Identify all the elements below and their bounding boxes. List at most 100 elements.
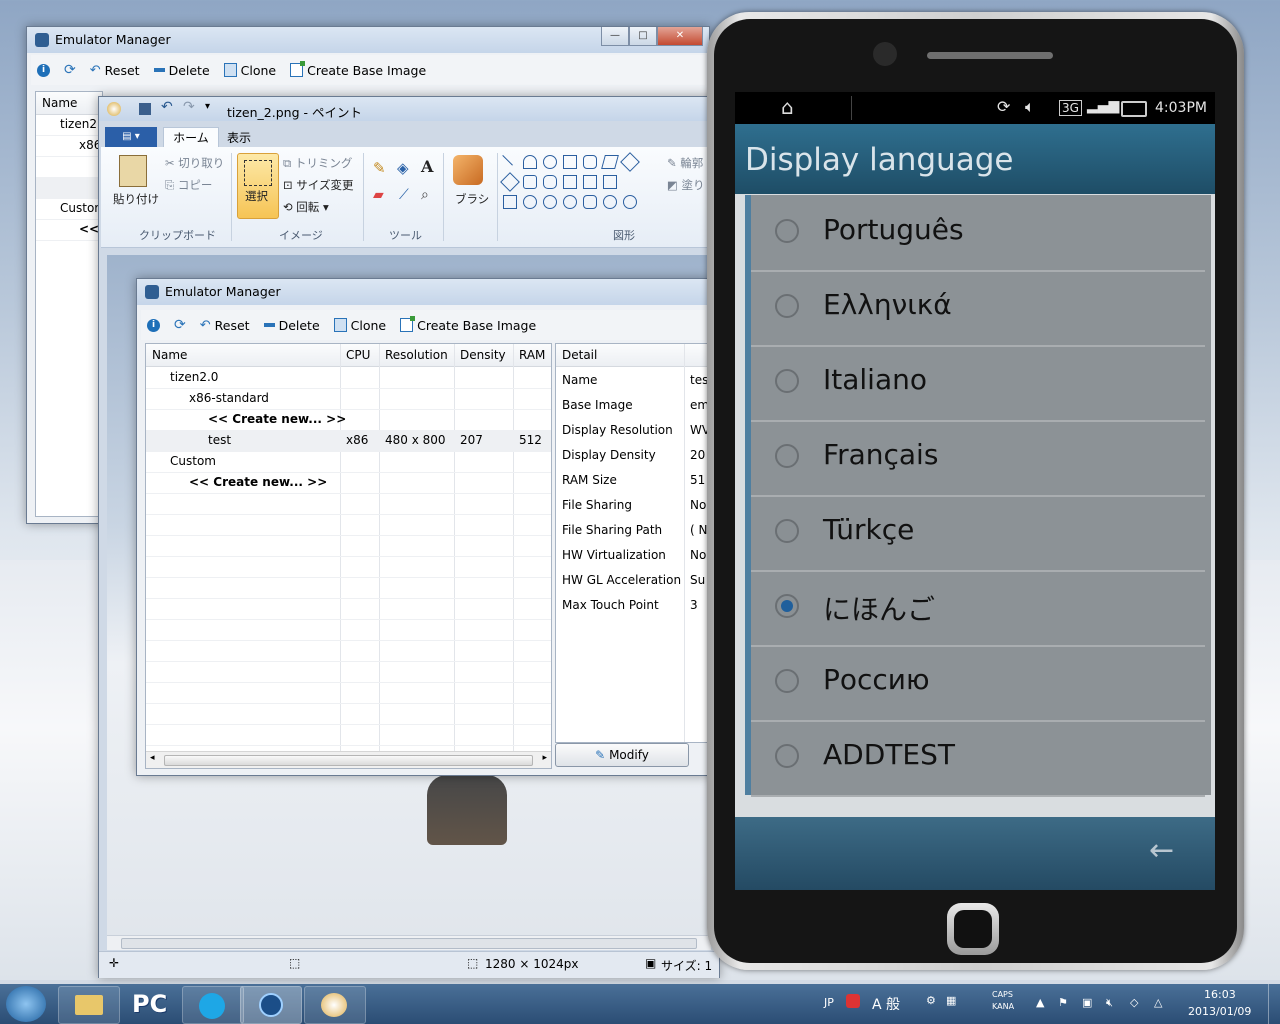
taskbar-emulator-manager[interactable]: [240, 986, 302, 1024]
quick-access-dropdown-icon[interactable]: ▾: [205, 101, 210, 112]
radio-button[interactable]: [775, 519, 799, 543]
network-icon[interactable]: ▣: [1082, 996, 1092, 1009]
table-row[interactable]: Custor: [36, 198, 102, 220]
radio-button[interactable]: [775, 744, 799, 768]
clock-date[interactable]: 2013/01/09: [1188, 1005, 1251, 1018]
ime-dict-icon[interactable]: ▦: [946, 994, 956, 1007]
table-row[interactable]: <<: [36, 219, 102, 241]
language-option[interactable]: ADDTEST: [751, 720, 1205, 797]
reset-button[interactable]: ↶ Reset: [90, 63, 140, 78]
pentagon-shape-icon[interactable]: [523, 175, 537, 189]
up-arrow-shape-icon[interactable]: [603, 175, 617, 189]
hexagon-shape-icon[interactable]: [543, 175, 557, 189]
canvas-horizontal-scrollbar[interactable]: [107, 935, 711, 950]
left-arrow-shape-icon[interactable]: [583, 175, 597, 189]
language-option[interactable]: Türkçe: [751, 495, 1205, 572]
refresh-icon[interactable]: ⟳: [174, 317, 186, 333]
callout-oval-shape-icon[interactable]: [603, 195, 617, 209]
ime-tools-icon[interactable]: ⚙: [926, 994, 936, 1007]
four-point-star-shape-icon[interactable]: [523, 195, 537, 209]
table-row[interactable]: x86: [36, 135, 102, 157]
resize-button[interactable]: ⊡ サイズ変更: [283, 177, 353, 193]
language-option[interactable]: Россию: [751, 645, 1205, 722]
column-ram[interactable]: RAM: [519, 348, 545, 362]
start-button[interactable]: [6, 986, 46, 1022]
scrollbar-thumb[interactable]: [121, 938, 697, 949]
table-row[interactable]: Custom: [146, 451, 551, 473]
column-resolution[interactable]: Resolution: [385, 348, 448, 362]
language-option[interactable]: Ελληνικά: [751, 270, 1205, 347]
tab-home[interactable]: ホーム: [163, 127, 219, 148]
table-row[interactable]: [36, 156, 102, 178]
close-button[interactable]: ✕: [657, 27, 703, 46]
six-point-star-shape-icon[interactable]: [563, 195, 577, 209]
down-arrow-shape-icon[interactable]: [503, 195, 517, 209]
scroll-left-icon[interactable]: ◂: [150, 753, 155, 763]
clipboard-paste-icon[interactable]: [119, 155, 147, 187]
title-bar[interactable]: Emulator Manager: [137, 279, 709, 305]
magnifier-icon[interactable]: ⌕: [421, 187, 429, 203]
phone-screen[interactable]: ⌂ ⟳ 🔈︎ 3G ▂▄▆ 4:03PM Display language Po…: [735, 92, 1215, 890]
show-desktop-button[interactable]: [1268, 984, 1280, 1024]
dropbox-icon[interactable]: ◇: [1130, 996, 1138, 1009]
reset-button[interactable]: ↶ Reset: [200, 318, 250, 333]
save-icon[interactable]: [139, 103, 151, 115]
home-icon[interactable]: ⌂: [781, 95, 794, 119]
color-picker-icon[interactable]: ⟋: [399, 187, 409, 203]
clone-button[interactable]: Clone: [333, 318, 386, 333]
callout-rect-shape-icon[interactable]: [583, 195, 597, 209]
radio-button[interactable]: [775, 219, 799, 243]
delete-button[interactable]: Delete: [153, 63, 210, 78]
copy-button[interactable]: ⎘ コピー: [165, 177, 212, 193]
column-name[interactable]: Name: [152, 348, 187, 362]
paste-button[interactable]: 貼り付け: [113, 191, 159, 207]
crop-button[interactable]: ⧉ トリミング: [283, 155, 352, 171]
clock-time[interactable]: 16:03: [1204, 988, 1236, 1001]
table-row[interactable]: tizen2.0: [146, 367, 551, 389]
radio-button[interactable]: [775, 669, 799, 693]
language-list[interactable]: Português Ελληνικά Italiano Français Tür…: [745, 195, 1211, 797]
ime-icon[interactable]: [846, 994, 860, 1008]
five-point-star-shape-icon[interactable]: [543, 195, 557, 209]
taskbar-skype[interactable]: [182, 986, 244, 1024]
vm-tree-back[interactable]: Name tizen2. x86 Custor <<: [35, 91, 103, 517]
action-center-icon[interactable]: ⚑: [1058, 996, 1068, 1009]
create-base-image-button[interactable]: Create Base Image: [400, 316, 536, 333]
taskbar-pc[interactable]: PC: [120, 986, 180, 1022]
fill-button[interactable]: ◩ 塗り: [667, 177, 705, 193]
home-hardware-button[interactable]: [947, 903, 999, 955]
title-bar[interactable]: Emulator Manager — □ ✕: [27, 27, 709, 53]
horizontal-scrollbar[interactable]: ◂ ▸: [146, 751, 551, 768]
triangle-shape-icon[interactable]: [620, 152, 640, 172]
radio-button[interactable]: [775, 444, 799, 468]
undo-icon[interactable]: ↶: [161, 99, 173, 115]
table-row[interactable]: x86-standard: [146, 388, 551, 410]
shapes-gallery[interactable]: [493, 152, 659, 215]
brush-label[interactable]: ブラシ: [455, 191, 489, 207]
language-option[interactable]: Français: [751, 420, 1205, 497]
language-option-selected[interactable]: にほんご: [751, 570, 1205, 647]
create-new-row[interactable]: << Create new... >>: [146, 472, 551, 494]
oval-shape-icon[interactable]: [543, 155, 557, 169]
eraser-icon[interactable]: ▰: [373, 187, 384, 203]
info-icon[interactable]: i: [147, 318, 160, 332]
redo-icon[interactable]: ↷: [183, 99, 195, 115]
language-option[interactable]: Português: [751, 195, 1205, 272]
google-drive-icon[interactable]: △: [1154, 996, 1162, 1009]
ime-language[interactable]: JP: [824, 996, 834, 1009]
table-row-selected[interactable]: test x86 480 x 800 207 512: [146, 430, 551, 452]
brush-icon[interactable]: [453, 155, 483, 185]
cut-button[interactable]: ✂ 切り取り: [165, 155, 224, 171]
volume-muted-icon[interactable]: 🔇︎: [1106, 996, 1113, 1010]
clone-button[interactable]: Clone: [223, 63, 276, 78]
radio-button-selected[interactable]: [775, 594, 799, 618]
diamond-shape-icon[interactable]: [500, 172, 520, 192]
rounded-rectangle-shape-icon[interactable]: [583, 155, 597, 169]
minimize-button[interactable]: —: [601, 27, 629, 46]
radio-button[interactable]: [775, 294, 799, 318]
delete-button[interactable]: Delete: [263, 318, 320, 333]
callout-cloud-shape-icon[interactable]: [623, 195, 637, 209]
file-menu-button[interactable]: ▤ ▾: [105, 127, 157, 147]
ime-mode[interactable]: A 般: [872, 994, 900, 1014]
column-cpu[interactable]: CPU: [346, 348, 370, 362]
